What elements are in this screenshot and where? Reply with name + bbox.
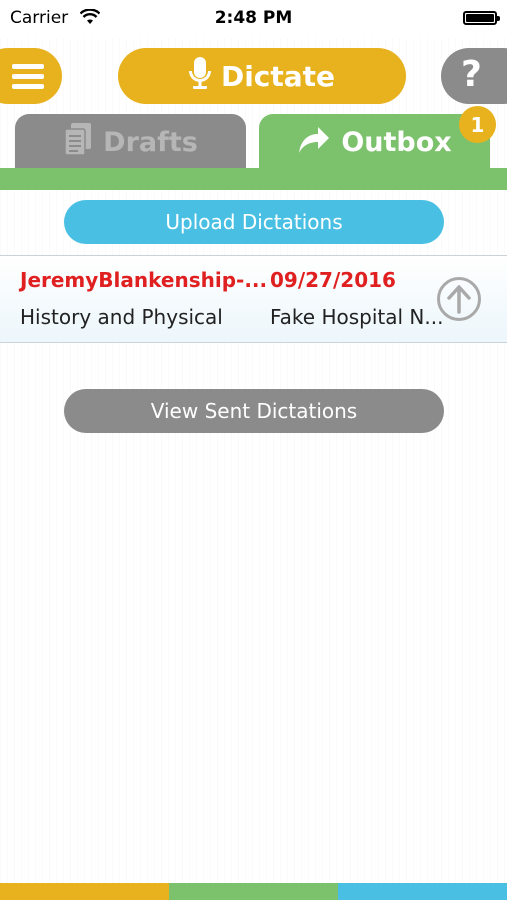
battery-icon <box>463 11 500 25</box>
tab-drafts[interactable]: Drafts <box>15 114 246 170</box>
microphone-icon <box>188 57 211 95</box>
clock: 2:48 PM <box>214 8 293 28</box>
status-bar: Carrier 2:48 PM <box>0 0 507 38</box>
help-button[interactable]: ? <box>441 48 507 104</box>
footer-segment-green <box>169 883 338 900</box>
share-arrow-icon <box>297 125 331 159</box>
dictation-type: History and Physical <box>20 305 223 329</box>
list-item[interactable]: JeremyBlankenship-... 09/27/2016 History… <box>0 255 507 343</box>
dictate-button[interactable]: Dictate <box>118 48 406 104</box>
tab-outbox-label: Outbox <box>341 126 452 158</box>
tab-outbox[interactable]: Outbox <box>259 114 490 170</box>
tab-underline <box>0 168 507 190</box>
document-icon <box>63 123 93 161</box>
view-sent-dictations-button[interactable]: View Sent Dictations <box>64 389 444 433</box>
footer-segment-yellow <box>0 883 169 900</box>
menu-button[interactable] <box>0 48 62 104</box>
hamburger-icon <box>12 64 44 94</box>
footer-segment-blue <box>338 883 507 900</box>
footer-color-bar <box>0 883 507 900</box>
dictate-label: Dictate <box>220 59 336 93</box>
upload-dictations-button[interactable]: Upload Dictations <box>64 200 444 244</box>
help-icon: ? <box>461 54 482 95</box>
upload-arrow-icon[interactable] <box>436 276 482 322</box>
dictation-name: JeremyBlankenship-... <box>20 268 268 292</box>
tab-drafts-label: Drafts <box>103 126 198 158</box>
dictation-date: 09/27/2016 <box>270 268 396 292</box>
dictation-facility: Fake Hospital N... <box>270 305 444 329</box>
outbox-count-badge: 1 <box>459 106 496 143</box>
